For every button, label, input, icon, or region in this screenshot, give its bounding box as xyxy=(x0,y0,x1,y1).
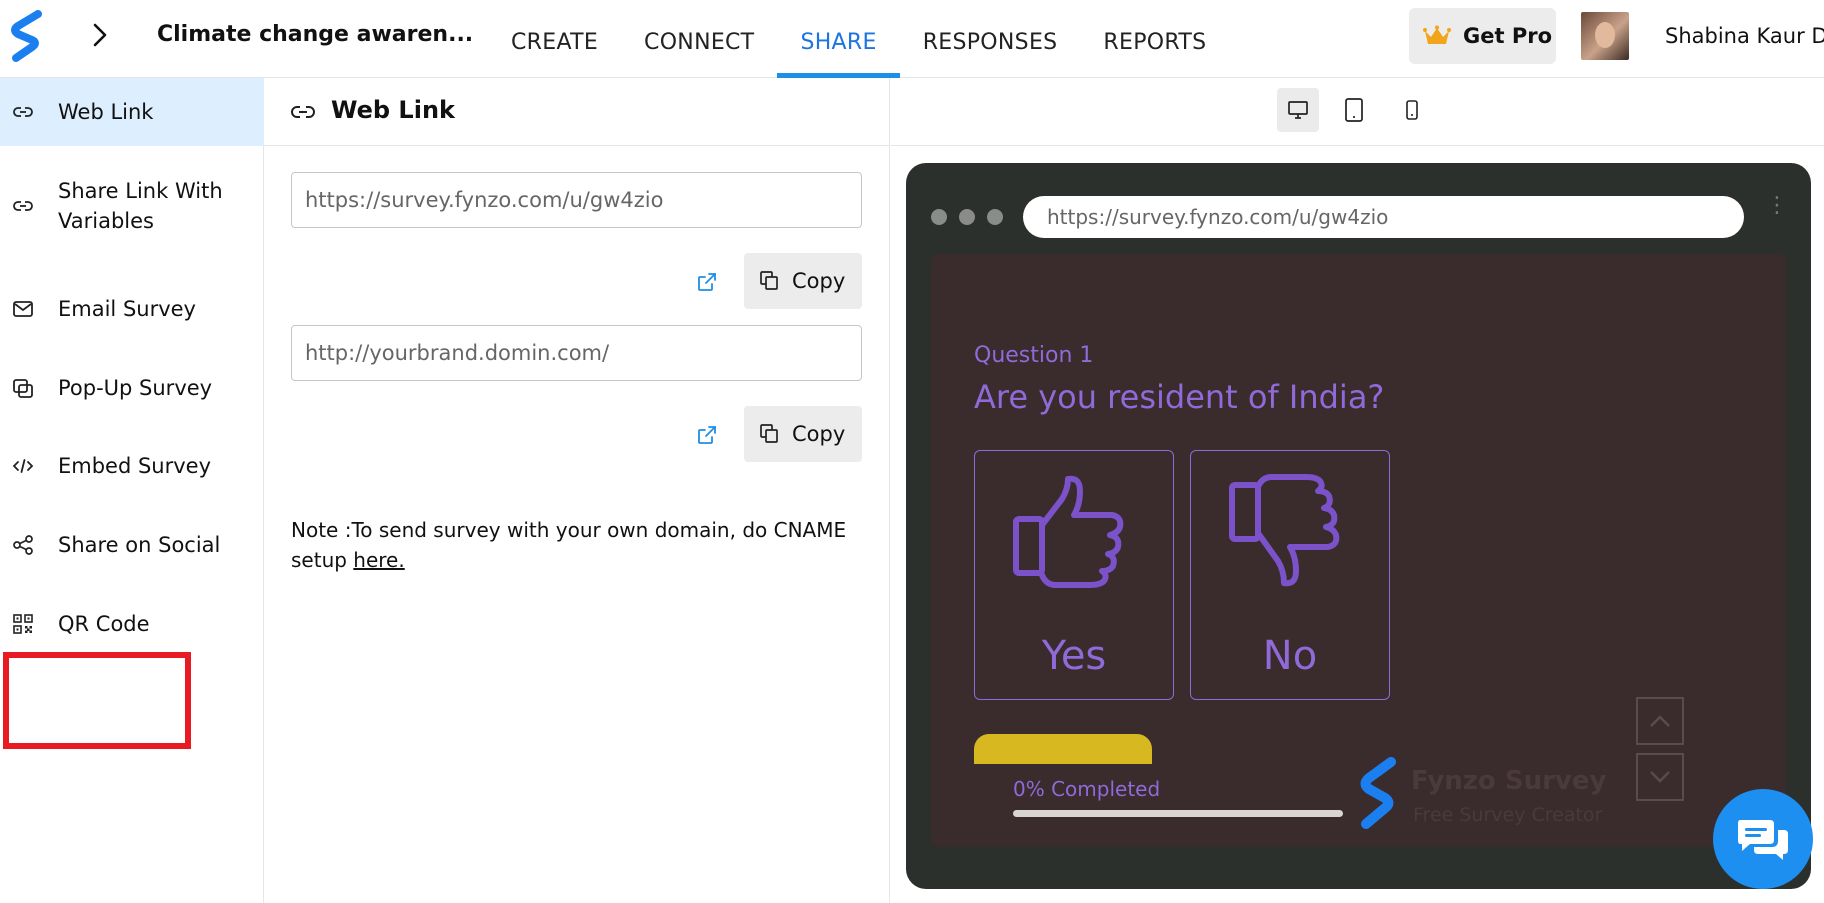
previous-question-button[interactable] xyxy=(1636,697,1684,745)
tab-responses[interactable]: RESPONSES xyxy=(900,0,1081,78)
link-icon xyxy=(13,201,33,211)
copy-custom-domain-button[interactable]: Copy xyxy=(744,406,862,462)
chat-widget-button[interactable] xyxy=(1713,789,1813,889)
window-dots xyxy=(931,209,1003,225)
sidebar-item-label: Share Link With Variables xyxy=(58,179,223,233)
sidebar-item-label: Embed Survey xyxy=(58,454,212,478)
question-text: Are you resident of India? xyxy=(974,378,1385,416)
cname-note: Note :To send survey with your own domai… xyxy=(291,515,851,575)
share-sidebar: Web Link Share Link With Variables Email… xyxy=(0,78,264,903)
qr-code-icon xyxy=(13,614,33,634)
custom-domain-field[interactable] xyxy=(291,325,862,381)
sidebar-item-share-link-variables[interactable]: Share Link With Variables xyxy=(0,166,264,246)
copy-icon xyxy=(760,424,778,443)
desktop-icon xyxy=(1288,101,1308,119)
desktop-view-button[interactable] xyxy=(1277,88,1319,132)
survey-url-field[interactable] xyxy=(291,172,862,228)
get-pro-label: Get Pro xyxy=(1463,24,1553,48)
popup-icon xyxy=(13,379,33,398)
brand-name: Fynzo Survey xyxy=(1411,766,1607,796)
sidebar-item-label: QR Code xyxy=(58,612,150,636)
copy-survey-url-button[interactable]: Copy xyxy=(744,253,862,309)
fynzo-survey-logo xyxy=(1360,757,1396,829)
sidebar-item-share-on-social[interactable]: Share on Social xyxy=(0,520,264,570)
next-question-button[interactable] xyxy=(1636,753,1684,801)
get-pro-button[interactable]: Get Pro xyxy=(1409,8,1556,64)
link-icon xyxy=(13,107,33,117)
survey-preview: Question 1 Are you resident of India? Ye… xyxy=(931,254,1786,847)
cname-setup-link[interactable]: here. xyxy=(353,548,404,572)
envelope-icon xyxy=(13,301,33,317)
thumbs-up-icon xyxy=(1013,475,1124,588)
option-label: Yes xyxy=(1041,633,1107,679)
web-link-panel: Web Link Copy Copy Note :To send survey … xyxy=(264,78,890,903)
copy-icon xyxy=(760,271,778,290)
chevron-up-icon xyxy=(1650,715,1670,727)
survey-title[interactable]: Climate change awaren... xyxy=(157,22,473,47)
sidebar-item-popup-survey[interactable]: Pop-Up Survey xyxy=(0,363,264,413)
preview-address-bar: https://survey.fynzo.com/u/gw4zio xyxy=(1023,196,1744,238)
preview-browser-frame: https://survey.fynzo.com/u/gw4zio ⋮ Ques… xyxy=(906,163,1811,889)
copy-label: Copy xyxy=(792,269,846,293)
fynzo-logo[interactable] xyxy=(10,10,46,62)
qr-code-highlight-box xyxy=(3,652,191,749)
main-nav: CREATE CONNECT SHARE RESPONSES REPORTS xyxy=(488,0,1229,78)
mobile-view-button[interactable] xyxy=(1391,88,1433,132)
sidebar-item-label: Email Survey xyxy=(58,297,196,321)
panel-title: Web Link xyxy=(331,96,455,124)
top-bar: Climate change awaren... CREATE CONNECT … xyxy=(0,0,1824,78)
sidebar-item-email-survey[interactable]: Email Survey xyxy=(0,284,264,334)
device-switcher xyxy=(891,78,1824,146)
chevron-down-icon xyxy=(1650,771,1670,783)
sidebar-item-label: Web Link xyxy=(58,100,154,124)
tab-reports[interactable]: REPORTS xyxy=(1080,0,1229,78)
link-icon xyxy=(291,106,315,118)
sidebar-item-web-link[interactable]: Web Link xyxy=(0,78,264,146)
chevron-right-icon[interactable] xyxy=(90,20,120,54)
user-name[interactable]: Shabina Kaur D xyxy=(1665,24,1824,48)
code-icon xyxy=(12,459,34,473)
panel-header: Web Link xyxy=(264,78,890,146)
next-button[interactable] xyxy=(974,734,1152,764)
tab-share[interactable]: SHARE xyxy=(777,0,900,78)
mobile-icon xyxy=(1406,100,1418,120)
tab-create[interactable]: CREATE xyxy=(488,0,621,78)
option-yes[interactable]: Yes xyxy=(974,450,1174,700)
progress-label: 0% Completed xyxy=(1013,777,1161,801)
tablet-icon xyxy=(1345,98,1363,122)
thumbs-down-icon xyxy=(1229,474,1340,587)
tablet-view-button[interactable] xyxy=(1333,88,1375,132)
chat-icon xyxy=(1738,820,1788,860)
sidebar-item-embed-survey[interactable]: Embed Survey xyxy=(0,441,264,491)
question-number: Question 1 xyxy=(974,343,1094,368)
option-no[interactable]: No xyxy=(1190,450,1390,700)
sidebar-item-label: Pop-Up Survey xyxy=(58,376,213,400)
external-link-icon[interactable] xyxy=(695,270,719,294)
more-vertical-icon: ⋮ xyxy=(1766,193,1788,218)
option-label: No xyxy=(1262,633,1318,679)
crown-icon xyxy=(1423,25,1451,44)
tab-connect[interactable]: CONNECT xyxy=(621,0,777,78)
avatar[interactable] xyxy=(1581,12,1629,60)
sidebar-item-label: Share on Social xyxy=(58,533,221,557)
sidebar-item-qr-code[interactable]: QR Code xyxy=(0,599,264,649)
share-icon xyxy=(13,535,33,555)
external-link-icon[interactable] xyxy=(695,423,719,447)
copy-label: Copy xyxy=(792,422,846,446)
brand-tagline: Free Survey Creator xyxy=(1413,804,1603,826)
progress-bar xyxy=(1013,810,1343,817)
